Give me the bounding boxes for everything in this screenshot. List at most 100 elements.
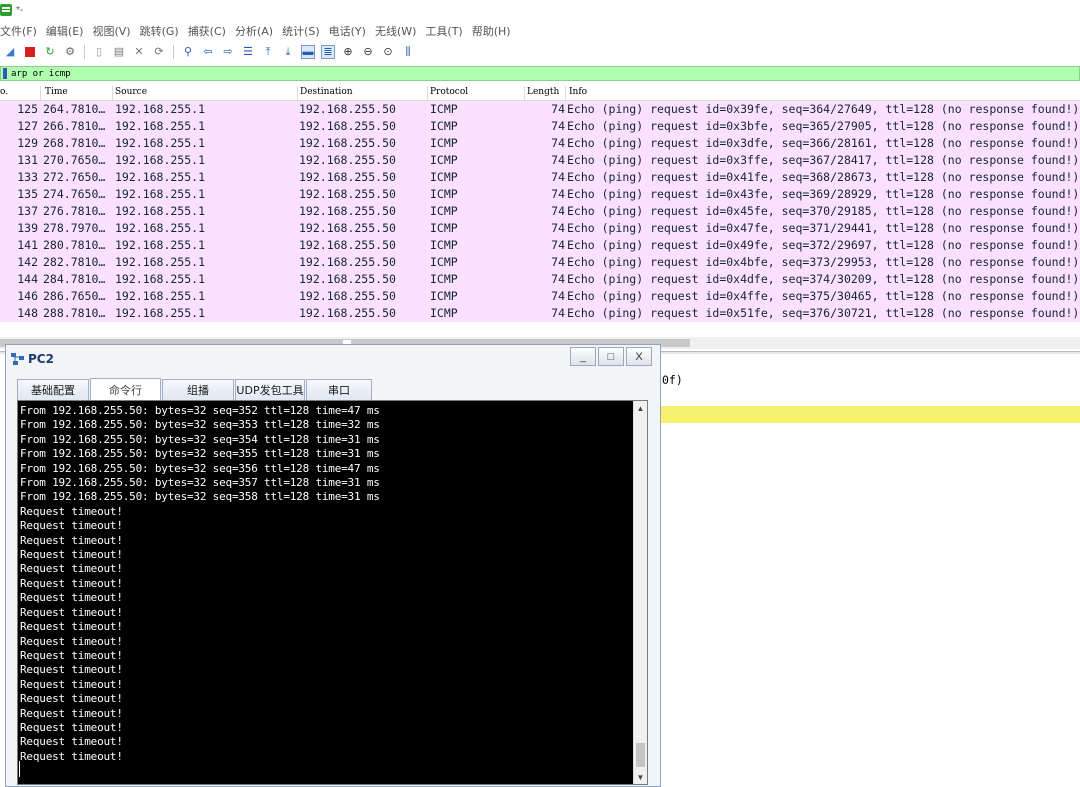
console-line: From 192.168.255.50: bytes=32 seq=355 tt…: [20, 447, 380, 461]
shark-fin-start-icon[interactable]: ◢: [3, 45, 17, 59]
auto-scroll-icon[interactable]: ▬: [301, 45, 315, 59]
column-header-source[interactable]: Source: [115, 87, 147, 97]
packet-destination: 192.168.255.50: [299, 102, 396, 116]
close-file-icon[interactable]: ✕: [132, 45, 146, 59]
console-scroll-thumb[interactable]: [636, 743, 645, 767]
menu-item-0[interactable]: 文件(F): [0, 23, 37, 39]
column-divider[interactable]: [565, 86, 566, 100]
window-title: *-: [16, 4, 24, 16]
go-to-packet-icon[interactable]: ☰: [241, 45, 255, 59]
packet-list-header: o. Time Source Destination Protocol Leng…: [0, 86, 1080, 101]
packet-number: 148: [17, 306, 38, 320]
column-header-no[interactable]: o.: [0, 87, 8, 97]
filter-bookmark-icon[interactable]: [3, 68, 7, 79]
scroll-down-icon[interactable]: ▼: [634, 770, 647, 784]
console-line: Request timeout!: [20, 677, 123, 691]
colorize-icon[interactable]: ≣: [321, 45, 335, 59]
stop-capture-icon[interactable]: [23, 45, 37, 59]
packet-length: 74: [551, 170, 565, 184]
packet-destination: 192.168.255.50: [299, 187, 396, 201]
menu-item-6[interactable]: 统计(S): [282, 23, 320, 39]
go-first-icon[interactable]: ⤒: [261, 45, 275, 59]
column-header-destination[interactable]: Destination: [300, 87, 353, 97]
packet-length: 74: [551, 102, 565, 116]
column-divider[interactable]: [524, 86, 525, 100]
packet-row[interactable]: 133 272.7650… 192.168.255.1 192.168.255.50 I…: [0, 169, 1080, 186]
tab-basic-config[interactable]: 基础配置: [17, 379, 89, 400]
column-header-time[interactable]: Time: [45, 87, 68, 97]
column-header-length[interactable]: Length: [527, 87, 559, 97]
packet-row[interactable]: 139 278.7970… 192.168.255.1 192.168.255.50 I…: [0, 220, 1080, 237]
packet-info: Echo (ping) request id=0x43fe, seq=369/2…: [567, 187, 1080, 201]
go-last-icon[interactable]: ⤓: [281, 45, 295, 59]
close-button[interactable]: X: [626, 347, 652, 366]
packet-row[interactable]: 144 284.7810… 192.168.255.1 192.168.255.50 I…: [0, 271, 1080, 288]
packet-detail-selected-row[interactable]: [660, 406, 1080, 423]
main-toolbar: ◢ ↻ ⚙ ▯ ▤ ✕ ⟳ ⚲ ⇦ ⇨ ☰ ⤒ ⤓ ▬ ≣ ⊕ ⊖ ⊙ ⫼: [0, 42, 1080, 62]
go-back-icon[interactable]: ⇦: [201, 45, 215, 59]
packet-row[interactable]: 129 268.7810… 192.168.255.1 192.168.255.50 I…: [0, 135, 1080, 152]
menu-item-3[interactable]: 跳转(G): [140, 23, 179, 39]
menu-item-8[interactable]: 无线(W): [375, 23, 416, 39]
packet-destination: 192.168.255.50: [299, 221, 396, 235]
column-divider[interactable]: [40, 86, 41, 100]
packet-number: 129: [17, 136, 38, 150]
zoom-in-icon[interactable]: ⊕: [341, 45, 355, 59]
packet-number: 137: [17, 204, 38, 218]
console-vscrollbar[interactable]: ▲ ▼: [633, 401, 647, 784]
column-header-protocol[interactable]: Protocol: [430, 87, 468, 97]
resize-columns-icon[interactable]: ⫼: [401, 45, 415, 59]
tab-multicast[interactable]: 组播: [162, 379, 234, 400]
packet-row[interactable]: 135 274.7650… 192.168.255.1 192.168.255.50 I…: [0, 186, 1080, 203]
open-file-icon[interactable]: ▯: [92, 45, 106, 59]
toolbar-separator: [173, 45, 174, 59]
command-line-console[interactable]: From 192.168.255.50: bytes=32 seq=352 tt…: [17, 400, 648, 785]
find-packet-icon[interactable]: ⚲: [181, 45, 195, 59]
packet-row[interactable]: 142 282.7810… 192.168.255.1 192.168.255.50 I…: [0, 254, 1080, 271]
pc2-titlebar[interactable]: PC2 _ □ X: [6, 345, 660, 372]
restart-capture-icon[interactable]: ↻: [43, 45, 57, 59]
packet-detail-text[interactable]: 0f): [662, 373, 683, 387]
menu-item-10[interactable]: 帮助(H): [472, 23, 511, 39]
save-file-icon[interactable]: ▤: [112, 45, 126, 59]
menu-item-1[interactable]: 编辑(E): [46, 23, 84, 39]
zoom-normal-icon[interactable]: ⊙: [381, 45, 395, 59]
column-divider[interactable]: [297, 86, 298, 100]
scroll-up-icon[interactable]: ▲: [634, 401, 647, 415]
tab-udp-tool[interactable]: UDP发包工具: [235, 379, 305, 400]
packet-row[interactable]: 141 280.7810… 192.168.255.1 192.168.255.50 I…: [0, 237, 1080, 254]
packet-row[interactable]: 137 276.7810… 192.168.255.1 192.168.255.50 I…: [0, 203, 1080, 220]
display-filter-input[interactable]: [11, 67, 811, 80]
go-forward-icon[interactable]: ⇨: [221, 45, 235, 59]
column-divider[interactable]: [112, 86, 113, 100]
packet-row[interactable]: 125 264.7810… 192.168.255.1 192.168.255.50 I…: [0, 101, 1080, 118]
packet-number: 144: [17, 272, 38, 286]
tab-command-line[interactable]: 命令行: [90, 378, 161, 400]
packet-row[interactable]: 131 270.7650… 192.168.255.1 192.168.255.50 I…: [0, 152, 1080, 169]
console-line: Request timeout!: [20, 692, 123, 706]
column-divider[interactable]: [427, 86, 428, 100]
text-cursor: [19, 761, 20, 777]
wireshark-logo-icon: [0, 4, 12, 16]
maximize-button[interactable]: □: [598, 347, 624, 366]
minimize-button[interactable]: _: [570, 347, 596, 366]
packet-row[interactable]: 127 266.7810… 192.168.255.1 192.168.255.50 I…: [0, 118, 1080, 135]
zoom-out-icon[interactable]: ⊖: [361, 45, 375, 59]
packet-info: Echo (ping) request id=0x3ffe, seq=367/2…: [567, 153, 1080, 167]
console-line: From 192.168.255.50: bytes=32 seq=358 tt…: [20, 490, 380, 504]
packet-row[interactable]: 148 288.7810… 192.168.255.1 192.168.255.50 I…: [0, 305, 1080, 322]
console-line: From 192.168.255.50: bytes=32 seq=353 tt…: [20, 418, 380, 432]
capture-options-icon[interactable]: ⚙: [63, 45, 77, 59]
menu-item-4[interactable]: 捕获(C): [188, 23, 226, 39]
menu-item-7[interactable]: 电话(Y): [329, 23, 366, 39]
packet-info: Echo (ping) request id=0x4ffe, seq=375/3…: [567, 289, 1080, 303]
packet-row[interactable]: 146 286.7650… 192.168.255.1 192.168.255.50 I…: [0, 288, 1080, 305]
column-header-info[interactable]: Info: [569, 87, 587, 97]
wireshark-titlebar: *-: [0, 0, 1080, 20]
menu-item-9[interactable]: 工具(T): [425, 23, 462, 39]
menu-item-2[interactable]: 视图(V): [92, 23, 130, 39]
packet-source: 192.168.255.1: [115, 187, 206, 201]
tab-serial[interactable]: 串口: [306, 379, 372, 400]
menu-item-5[interactable]: 分析(A): [235, 23, 273, 39]
reload-file-icon[interactable]: ⟳: [152, 45, 166, 59]
